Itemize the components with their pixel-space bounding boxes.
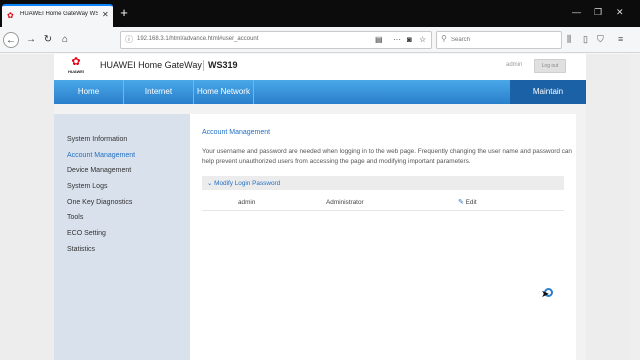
home-icon[interactable]: ⌂: [57, 32, 73, 48]
section-header[interactable]: ⌄ Modify Login Password: [202, 176, 564, 190]
sidebar-item-statistics[interactable]: Statistics: [67, 246, 95, 253]
sidebar-item-tools[interactable]: Tools: [67, 214, 83, 221]
huawei-favicon-icon: ✿: [7, 11, 14, 20]
account-role: Administrator: [326, 199, 364, 206]
account-username: admin: [238, 199, 256, 206]
page-scrollbar[interactable]: [631, 54, 640, 360]
table-row: admin Administrator ✎ Edit: [202, 195, 564, 211]
router-header: ✿ HUAWEI HUAWEI Home GateWay WS319 admin…: [54, 54, 586, 80]
menu-item-home[interactable]: Home: [54, 80, 124, 104]
sidebar-toggle-icon[interactable]: ▯: [583, 32, 588, 46]
menu-item-internet[interactable]: Internet: [124, 80, 194, 104]
library-icon[interactable]: ⫼: [567, 32, 571, 46]
router-page: ✿ HUAWEI HUAWEI Home GateWay WS319 admin…: [54, 54, 586, 360]
logo-text: HUAWEI: [68, 69, 84, 74]
close-tab-icon[interactable]: ✕: [102, 10, 109, 20]
sidebar-item-system-logs[interactable]: System Logs: [67, 183, 107, 190]
close-window-icon[interactable]: ✕: [616, 6, 624, 18]
mouse-cursor: ➤: [541, 288, 555, 302]
restore-icon[interactable]: ❐: [594, 6, 602, 18]
username-label: admin: [506, 62, 523, 68]
pocket-icon[interactable]: ◙: [407, 34, 412, 46]
search-box[interactable]: ⚲: [436, 31, 562, 49]
back-arrow-icon[interactable]: ←: [3, 32, 19, 48]
tab-title: HUAWEI Home GateWay WS319: [20, 11, 98, 17]
content-panel: Account Management Your username and pas…: [190, 114, 576, 360]
reader-view-icon[interactable]: ▤: [375, 34, 383, 46]
reload-icon[interactable]: ↻: [40, 32, 56, 48]
address-bar[interactable]: ⓘ 192.168.3.1/html/advance.html#user_acc…: [120, 31, 432, 49]
edit-icon: ✎: [458, 199, 464, 206]
minimize-icon[interactable]: —: [572, 6, 581, 18]
menu-item-home-network[interactable]: Home Network: [194, 80, 254, 104]
sidebar: System Information Account Management De…: [54, 114, 190, 360]
plus-icon[interactable]: +: [116, 5, 132, 21]
bookmark-star-icon[interactable]: ☆: [419, 34, 426, 46]
logout-button[interactable]: Log out: [534, 59, 566, 73]
page-description: Your username and password are needed wh…: [202, 148, 572, 165]
navigation-bar: ← → ↻ ⌂ ⓘ 192.168.3.1/html/advance.html#…: [0, 27, 640, 53]
tab-strip: ✿ HUAWEI Home GateWay WS319 ✕ + — ❐ ✕: [0, 0, 640, 27]
pointer-icon: ➤: [541, 289, 550, 300]
model-name: WS319: [208, 60, 238, 70]
browser-tab[interactable]: ✿ HUAWEI Home GateWay WS319 ✕: [2, 4, 113, 27]
section-title-text: Modify Login Password: [214, 180, 281, 187]
huawei-flower-icon: ✿: [71, 56, 81, 68]
brand-title: HUAWEI Home GateWay: [100, 60, 202, 70]
page-viewport: ✿ HUAWEI HUAWEI Home GateWay WS319 admin…: [0, 54, 640, 360]
sidebar-item-account-management[interactable]: Account Management: [67, 152, 135, 159]
menu-item-maintain[interactable]: Maintain: [510, 80, 586, 104]
huawei-logo: ✿ HUAWEI: [66, 57, 86, 77]
main-menu: Home Internet Home Network Maintain: [54, 80, 586, 104]
sidebar-item-system-information[interactable]: System Information: [67, 136, 127, 143]
section-title[interactable]: ⌄ Modify Login Password: [207, 179, 280, 187]
info-icon[interactable]: ⓘ: [125, 34, 133, 45]
edit-label: Edit: [465, 199, 477, 206]
page-actions-icon[interactable]: ···: [393, 34, 401, 46]
title-divider: [203, 60, 204, 71]
menu-icon[interactable]: ≡: [618, 32, 623, 46]
shield-icon[interactable]: ⛉: [597, 32, 604, 46]
url-text[interactable]: 192.168.3.1/html/advance.html#user_accou…: [137, 36, 258, 42]
sidebar-item-device-management[interactable]: Device Management: [67, 167, 131, 174]
page-title: Account Management: [202, 129, 271, 136]
sidebar-item-one-key-diagnostics[interactable]: One Key Diagnostics: [67, 199, 132, 206]
browser-window: ✿ HUAWEI Home GateWay WS319 ✕ + — ❐ ✕ ← …: [0, 0, 640, 360]
search-input[interactable]: [451, 34, 551, 46]
edit-button[interactable]: ✎ Edit: [458, 198, 477, 206]
sidebar-item-eco-setting[interactable]: ECO Setting: [67, 230, 106, 237]
search-icon: ⚲: [441, 34, 447, 43]
forward-arrow-icon[interactable]: →: [23, 32, 39, 48]
